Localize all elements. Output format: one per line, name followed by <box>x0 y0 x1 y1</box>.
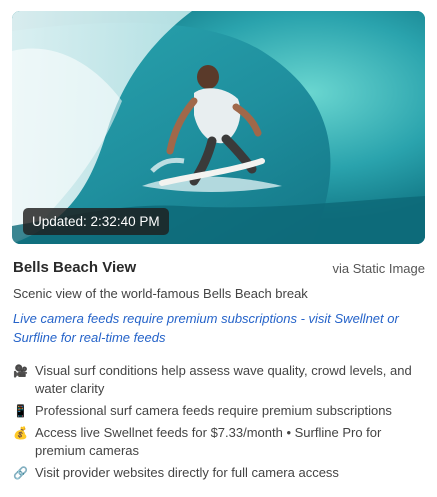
camera-title: Bells Beach View <box>13 259 137 276</box>
link-icon: 🔗 <box>13 466 28 480</box>
feature-text: Access live Swellnet feeds for $7.33/mon… <box>35 425 382 458</box>
source-label: via Static Image <box>332 261 426 276</box>
camera-description: Scenic view of the world-famous Bells Be… <box>13 286 308 301</box>
feature-item: 💰 Access live Swellnet feeds for $7.33/m… <box>13 424 425 460</box>
camera-icon: 🎥 <box>13 364 28 378</box>
feature-text: Professional surf camera feeds require p… <box>35 403 392 418</box>
surf-cam-card: Updated: 2:32:40 PM Bells Beach View via… <box>0 0 437 497</box>
phone-icon: 📱 <box>13 404 28 418</box>
feature-item: 🎥 Visual surf conditions help assess wav… <box>13 362 425 398</box>
feature-item: 🔗 Visit provider websites directly for f… <box>13 464 425 482</box>
updated-timestamp-badge: Updated: 2:32:40 PM <box>23 208 169 235</box>
money-bag-icon: 💰 <box>13 426 28 440</box>
premium-notice: Live camera feeds require premium subscr… <box>13 311 399 345</box>
feature-item: 📱 Professional surf camera feeds require… <box>13 402 425 420</box>
feature-text: Visual surf conditions help assess wave … <box>35 363 412 396</box>
feature-text: Visit provider websites directly for ful… <box>35 465 339 480</box>
feature-list: 🎥 Visual surf conditions help assess wav… <box>13 362 425 486</box>
